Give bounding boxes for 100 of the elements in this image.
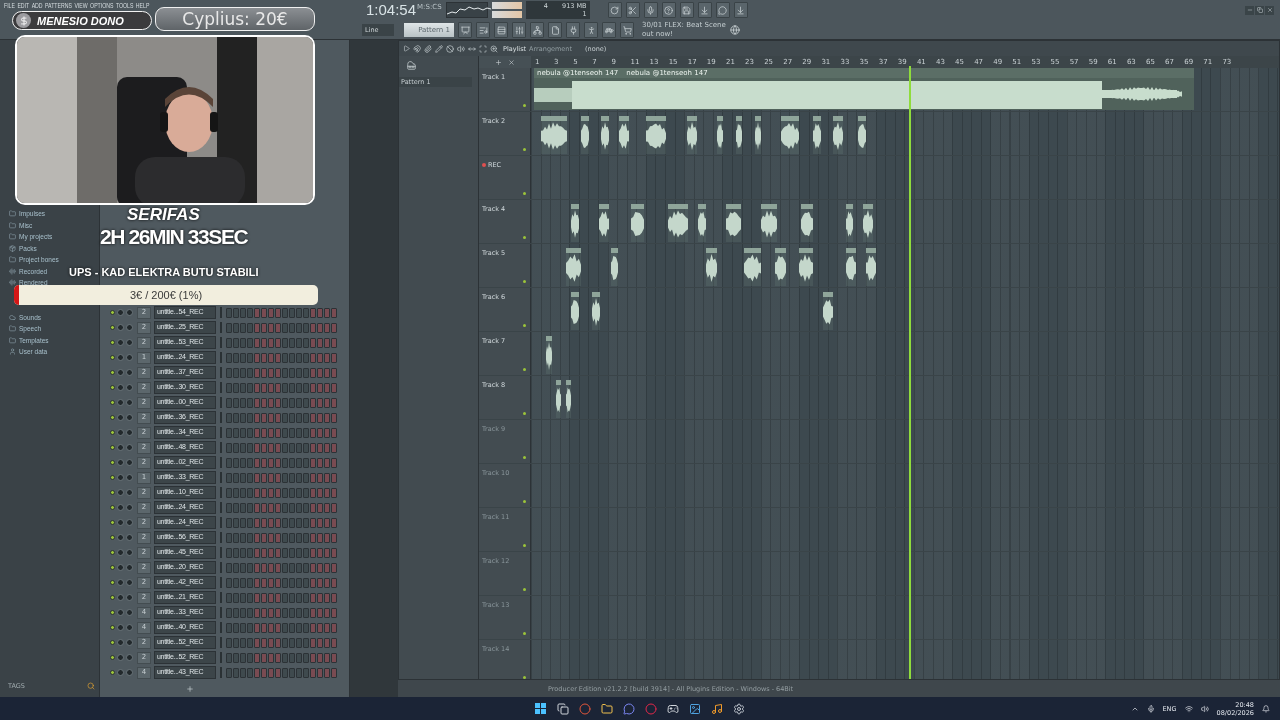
step-button[interactable] [254, 397, 260, 408]
audio-clip[interactable] [863, 204, 873, 242]
step-button[interactable] [233, 532, 239, 543]
track-led[interactable] [523, 148, 526, 151]
step-button[interactable] [282, 502, 288, 513]
step-button[interactable] [261, 397, 267, 408]
step-button[interactable] [282, 412, 288, 423]
step-button[interactable] [303, 427, 309, 438]
step-button[interactable] [317, 322, 323, 333]
volume-knob[interactable] [126, 384, 133, 391]
step-button[interactable] [275, 592, 281, 603]
step-button[interactable] [268, 607, 274, 618]
step-button[interactable] [254, 607, 260, 618]
audio-clip[interactable] [846, 204, 853, 242]
step-button[interactable] [268, 487, 274, 498]
step-button[interactable] [247, 577, 253, 588]
step-button[interactable] [331, 607, 337, 618]
step-button[interactable] [247, 547, 253, 558]
step-button[interactable] [324, 457, 330, 468]
step-button[interactable] [233, 592, 239, 603]
volume-knob[interactable] [126, 534, 133, 541]
step-button[interactable] [289, 472, 295, 483]
step-button[interactable] [303, 607, 309, 618]
pan-knob[interactable] [117, 444, 124, 451]
track-led[interactable] [523, 280, 526, 283]
step-button[interactable] [289, 607, 295, 618]
step-button[interactable] [317, 412, 323, 423]
channel-led[interactable] [110, 355, 115, 360]
step-button[interactable] [233, 502, 239, 513]
step-button[interactable] [296, 532, 302, 543]
audio-clip[interactable] [801, 204, 813, 242]
step-button[interactable] [261, 607, 267, 618]
step-button[interactable] [247, 382, 253, 393]
step-button[interactable] [282, 322, 288, 333]
magnet-icon[interactable] [413, 44, 421, 53]
step-button[interactable] [324, 652, 330, 663]
step-button[interactable] [317, 397, 323, 408]
step-button[interactable] [303, 442, 309, 453]
step-button[interactable] [296, 397, 302, 408]
step-button[interactable] [331, 487, 337, 498]
step-button[interactable] [226, 307, 232, 318]
step-button[interactable] [282, 397, 288, 408]
step-button[interactable] [268, 427, 274, 438]
step-button[interactable] [254, 382, 260, 393]
zoom-icon[interactable] [490, 44, 498, 53]
audio-clip[interactable] [858, 116, 866, 154]
step-button[interactable] [247, 337, 253, 348]
step-button[interactable] [254, 412, 260, 423]
step-button[interactable] [296, 667, 302, 678]
volume-knob[interactable] [126, 654, 133, 661]
track-led[interactable] [523, 236, 526, 239]
pan-knob[interactable] [117, 354, 124, 361]
step-button[interactable] [331, 622, 337, 633]
step-button[interactable] [331, 667, 337, 678]
step-button[interactable] [233, 442, 239, 453]
step-button[interactable] [233, 412, 239, 423]
step-button[interactable] [303, 517, 309, 528]
volume-knob[interactable] [126, 624, 133, 631]
volume-knob[interactable] [126, 594, 133, 601]
step-button[interactable] [275, 667, 281, 678]
step-button[interactable] [331, 337, 337, 348]
pan-knob[interactable] [117, 519, 124, 526]
step-button[interactable] [247, 667, 253, 678]
step-button[interactable] [296, 637, 302, 648]
step-button[interactable] [254, 547, 260, 558]
step-button[interactable] [268, 322, 274, 333]
step-button[interactable] [254, 562, 260, 573]
pan-knob[interactable] [117, 429, 124, 436]
track-led[interactable] [523, 368, 526, 371]
step-button[interactable] [226, 457, 232, 468]
step-button[interactable] [261, 382, 267, 393]
step-button[interactable] [261, 592, 267, 603]
channel-led[interactable] [110, 460, 115, 465]
step-button[interactable] [261, 502, 267, 513]
audio-clip[interactable] [668, 204, 688, 242]
step-button[interactable] [247, 412, 253, 423]
step-button[interactable] [310, 337, 316, 348]
channel-led[interactable] [110, 310, 115, 315]
audio-clip[interactable] [566, 248, 581, 286]
step-button[interactable] [247, 532, 253, 543]
step-button[interactable] [317, 472, 323, 483]
step-button[interactable] [310, 652, 316, 663]
step-button[interactable] [317, 637, 323, 648]
track-led[interactable] [523, 632, 526, 635]
step-button[interactable] [226, 502, 232, 513]
step-button[interactable] [282, 592, 288, 603]
step-button[interactable] [324, 427, 330, 438]
step-button[interactable] [331, 352, 337, 363]
taskbar-app[interactable] [599, 701, 614, 716]
step-button[interactable] [310, 412, 316, 423]
step-button[interactable] [261, 457, 267, 468]
step-button[interactable] [317, 352, 323, 363]
step-button[interactable] [233, 307, 239, 318]
step-button[interactable] [303, 397, 309, 408]
step-button[interactable] [247, 517, 253, 528]
audio-clip[interactable] [846, 248, 856, 286]
step-button[interactable] [331, 307, 337, 318]
step-button[interactable] [310, 547, 316, 558]
step-button[interactable] [233, 427, 239, 438]
step-button[interactable] [310, 352, 316, 363]
